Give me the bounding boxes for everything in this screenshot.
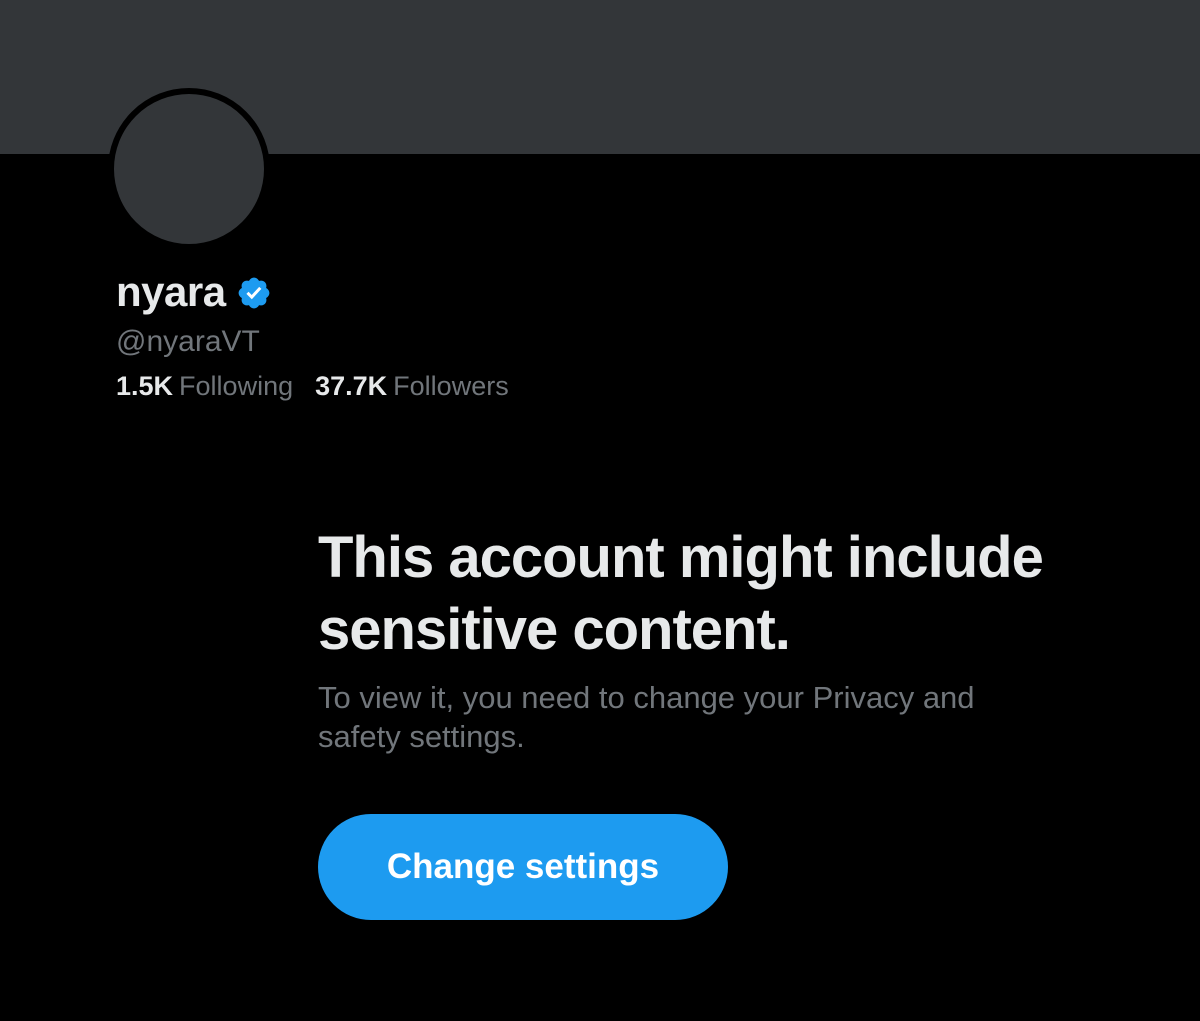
profile-name-row: nyara — [116, 266, 272, 318]
followers-count: 37.7K — [315, 371, 388, 401]
notice-body: To view it, you need to change your Priv… — [318, 680, 975, 754]
change-settings-button[interactable]: Change settings — [318, 814, 728, 920]
followers-label: Followers — [393, 371, 509, 401]
profile-stats: 1.5K Following 37.7K Followers — [116, 369, 509, 403]
profile-handle: @nyaraVT — [116, 325, 260, 358]
display-name: nyara — [116, 268, 226, 315]
avatar[interactable] — [108, 88, 270, 250]
sensitive-content-notice: This account might include sensitive con… — [318, 522, 1138, 756]
following-count: 1.5K — [116, 371, 174, 401]
followers-link[interactable]: 37.7K Followers — [315, 369, 509, 403]
verified-badge-icon — [238, 277, 269, 309]
notice-title: This account might include sensitive con… — [318, 525, 1044, 662]
following-label: Following — [179, 371, 294, 401]
following-link[interactable]: 1.5K Following — [116, 369, 293, 403]
